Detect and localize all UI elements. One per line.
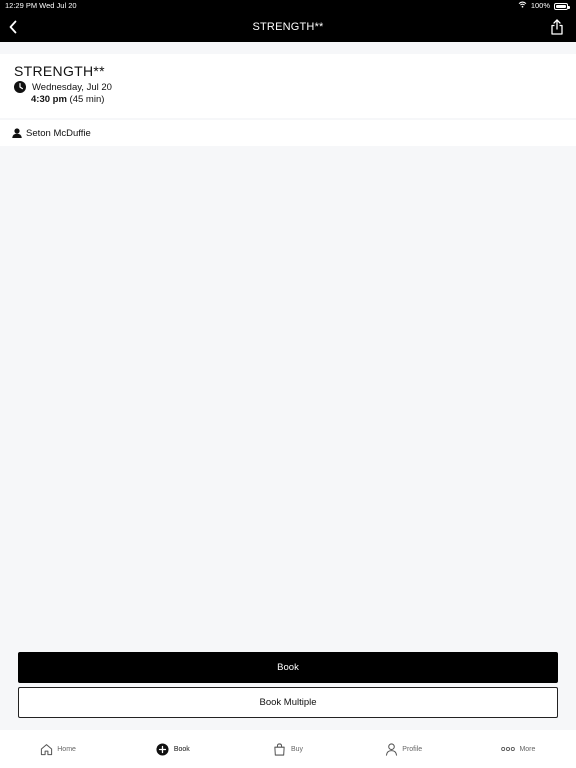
- book-button[interactable]: Book: [18, 652, 558, 683]
- plus-circle-icon: [156, 742, 170, 756]
- share-button[interactable]: [548, 18, 566, 36]
- person-outline-icon: [384, 742, 398, 756]
- class-title: STRENGTH**: [14, 63, 105, 79]
- battery-icon: [554, 2, 570, 10]
- person-icon: [12, 128, 22, 138]
- nav-title: STRENGTH**: [252, 21, 324, 33]
- share-icon: [551, 19, 563, 35]
- wifi-icon: [518, 0, 527, 12]
- class-time: 4:30 pm: [31, 94, 67, 105]
- tab-buy[interactable]: Buy: [230, 730, 345, 768]
- class-detail-screen: 12:29 PM Wed Jul 20 100% STRENGTH** STRE…: [0, 0, 576, 768]
- instructor-row[interactable]: Seton McDuffie: [0, 120, 576, 146]
- clock-icon: [14, 81, 26, 93]
- class-header-card: STRENGTH** Wednesday, Jul 20 4:30 pm (45…: [0, 54, 576, 118]
- shopping-bag-icon: [273, 742, 287, 756]
- tab-bar: Home Book Buy Profile More: [0, 730, 576, 768]
- tab-profile-label: Profile: [402, 745, 423, 753]
- top-bar: 12:29 PM Wed Jul 20 100% STRENGTH**: [0, 0, 576, 42]
- tab-buy-label: Buy: [290, 745, 304, 753]
- status-time-date: 12:29 PM Wed Jul 20: [5, 1, 77, 10]
- tab-home[interactable]: Home: [0, 730, 115, 768]
- tab-book[interactable]: Book: [115, 730, 230, 768]
- battery-percent: 100%: [530, 1, 550, 10]
- class-time-row: 4:30 pm (45 min): [31, 94, 104, 105]
- tab-profile[interactable]: Profile: [346, 730, 461, 768]
- class-date-row: Wednesday, Jul 20: [14, 81, 112, 93]
- status-bar: 12:29 PM Wed Jul 20 100%: [0, 0, 576, 12]
- tab-book-label: Book: [173, 745, 190, 753]
- tab-home-label: Home: [57, 745, 76, 753]
- class-duration: (45 min): [69, 94, 105, 105]
- book-multiple-button[interactable]: Book Multiple: [18, 687, 558, 718]
- tab-more-label: More: [519, 745, 536, 753]
- instructor-name: Seton McDuffie: [26, 127, 91, 139]
- status-right: 100%: [518, 0, 570, 12]
- tab-more[interactable]: More: [461, 730, 576, 768]
- more-dots-icon: [501, 742, 516, 756]
- class-date: Wednesday, Jul 20: [32, 81, 112, 93]
- home-icon: [39, 742, 53, 756]
- nav-bar: STRENGTH**: [0, 12, 576, 42]
